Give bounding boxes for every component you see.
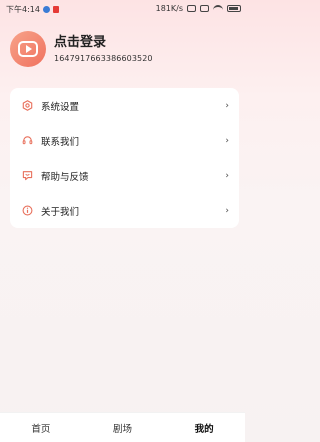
menu-item-contact[interactable]: 联系我们 › (10, 123, 239, 158)
app-notification-icon (42, 6, 50, 13)
profile-header[interactable]: 点击登录 1647917663386603520 (10, 30, 153, 68)
tab-home[interactable]: 首页 (0, 421, 82, 435)
tab-mine[interactable]: 我的 (163, 421, 245, 435)
bottom-tab-bar: 首页 剧场 我的 (0, 412, 245, 442)
notification-badge-icon (52, 6, 59, 13)
status-bar: 下午4:14 181K/s (0, 0, 245, 18)
headset-icon (22, 135, 33, 146)
sim-icon (200, 5, 209, 12)
chevron-right-icon: › (225, 170, 229, 181)
menu-item-help-feedback[interactable]: 帮助与反馈 › (10, 158, 239, 193)
wifi-icon (213, 5, 223, 12)
tab-theater[interactable]: 剧场 (82, 421, 164, 435)
gear-icon (22, 100, 33, 111)
login-title[interactable]: 点击登录 (54, 35, 153, 51)
user-id: 1647917663386603520 (54, 54, 153, 63)
avatar[interactable] (10, 31, 46, 67)
menu-item-settings[interactable]: 系统设置 › (10, 88, 239, 123)
network-speed: 181K/s (155, 4, 183, 13)
chevron-right-icon: › (225, 100, 229, 111)
info-icon (22, 205, 33, 216)
chevron-right-icon: › (225, 135, 229, 146)
battery-icon (227, 5, 241, 12)
feedback-icon (22, 170, 33, 181)
chevron-right-icon: › (225, 205, 229, 216)
status-time: 下午4:14 (6, 5, 40, 14)
status-bar-right: 181K/s (156, 4, 241, 13)
menu-item-label: 系统设置 (41, 101, 80, 113)
menu-item-about[interactable]: 关于我们 › (10, 193, 239, 228)
menu-item-label: 帮助与反馈 (41, 171, 89, 183)
menu-card: 系统设置 › 联系我们 › 帮助与反馈 › 关于我们 › (10, 88, 239, 228)
profile-text: 点击登录 1647917663386603520 (54, 35, 153, 63)
status-bar-left: 下午4:14 (6, 4, 59, 15)
menu-item-label: 关于我们 (41, 206, 80, 218)
play-icon (18, 41, 38, 57)
menu-item-label: 联系我们 (41, 136, 80, 148)
alarm-icon (187, 5, 196, 12)
